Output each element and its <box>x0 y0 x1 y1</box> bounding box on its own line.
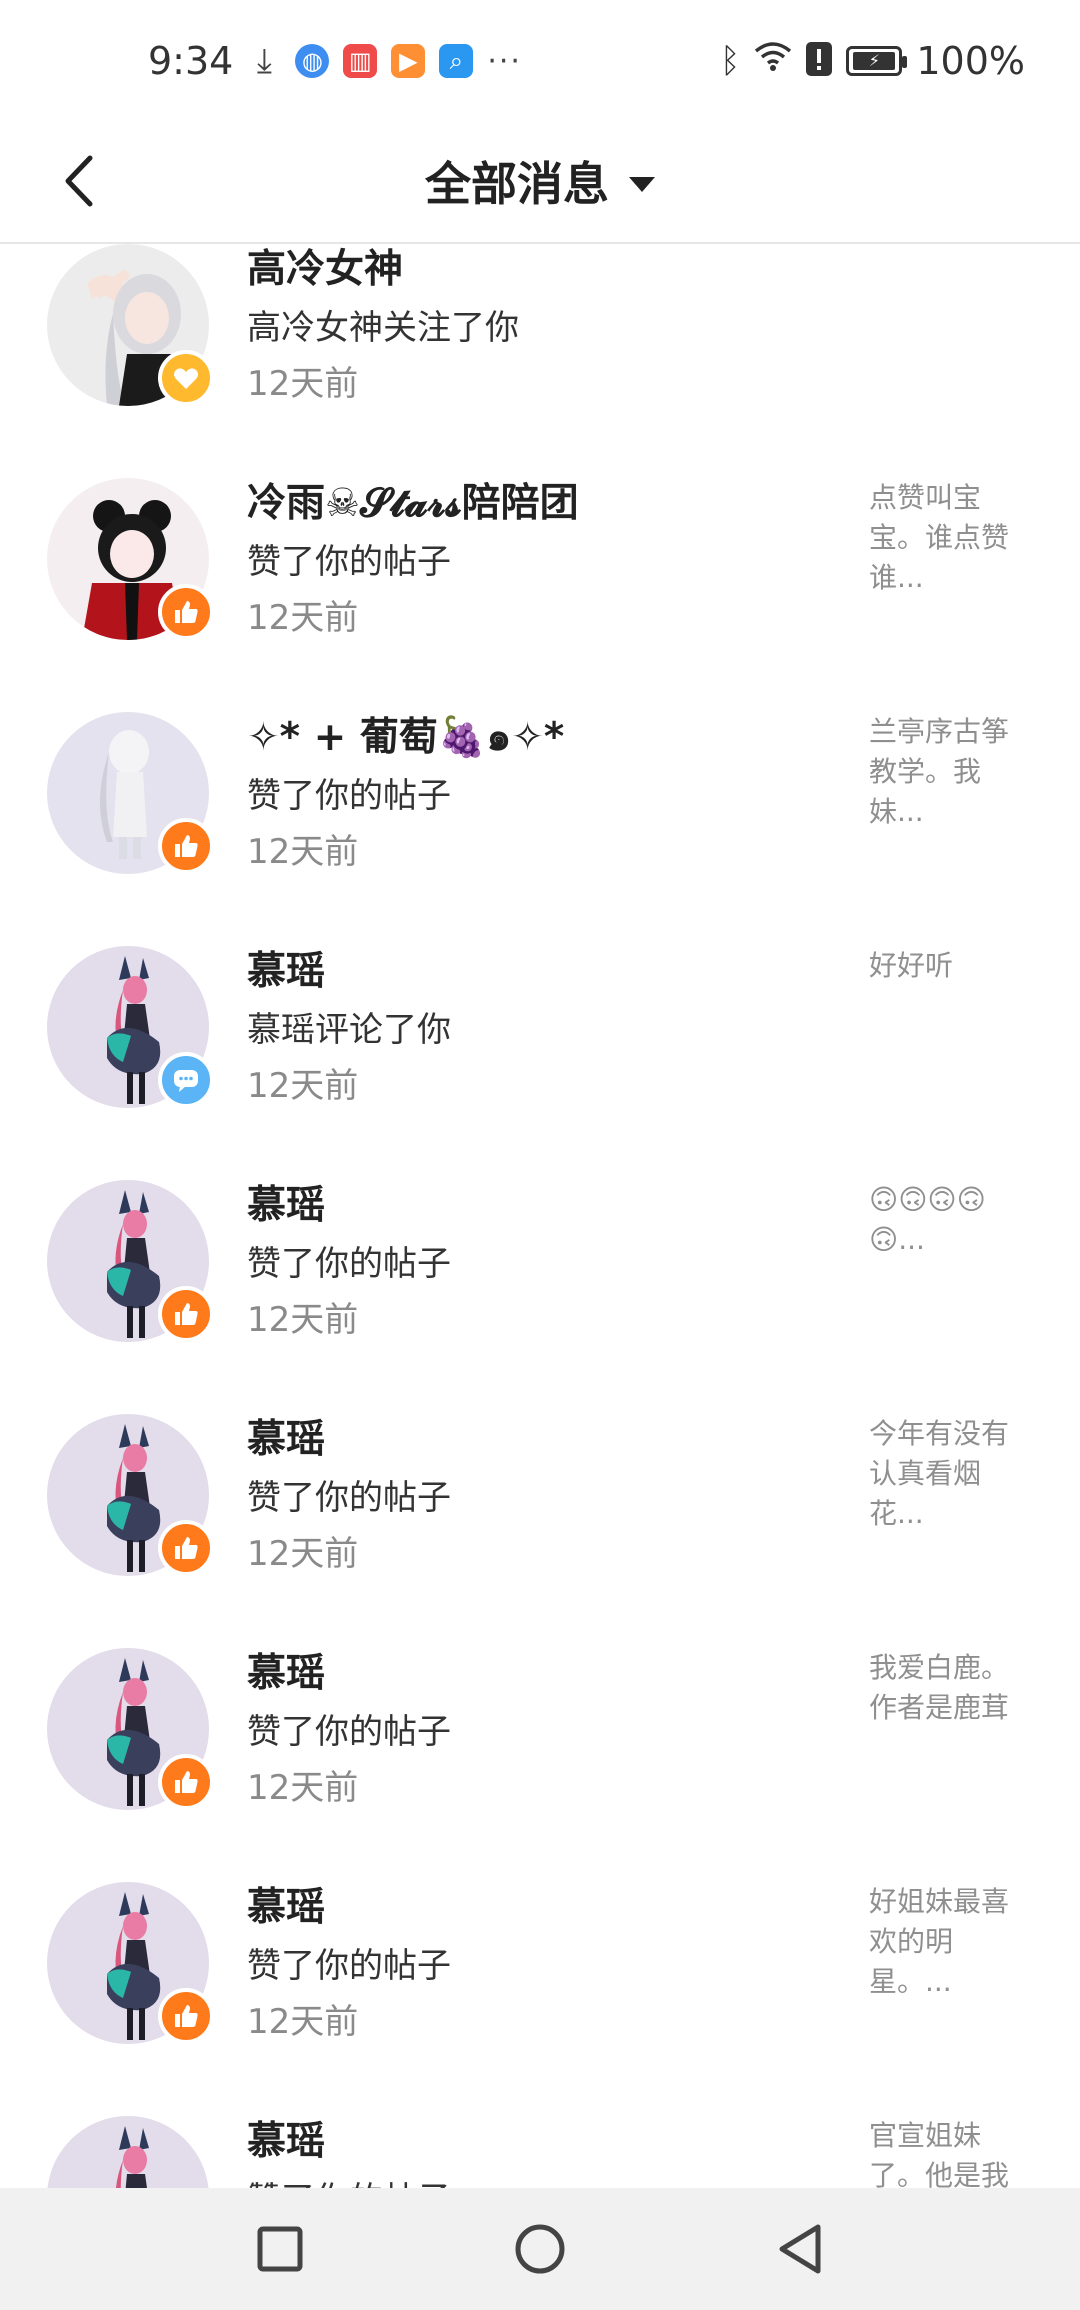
notification-time: 12天前 <box>247 1300 359 1340</box>
notification-time: 12天前 <box>247 364 359 404</box>
notification-item[interactable]: 慕瑶赞了你的帖子 12天前 我爱白鹿。作者是鹿茸 <box>0 1612 1080 1846</box>
user-name[interactable]: 慕瑶 <box>247 1642 325 1698</box>
user-name[interactable]: 冷雨☠𝓢𝓽𝓪𝓻𝓼陪陪团 <box>247 472 579 528</box>
thumbs-up-icon <box>175 1303 198 1325</box>
search-app-icon: ⌕ <box>439 44 474 78</box>
like-badge <box>158 1754 214 1810</box>
user-name[interactable]: 慕瑶 <box>247 2110 325 2166</box>
comment-bubble-icon <box>174 1070 198 1092</box>
more-notifications-icon: ··· <box>487 43 522 79</box>
notification-action: 赞了你的帖子 <box>247 1244 451 1284</box>
user-name[interactable]: 慕瑶 <box>247 1876 325 1932</box>
notification-time: 12天前 <box>247 1768 359 1808</box>
notification-time: 12天前 <box>247 832 359 872</box>
page-title: 全部消息 <box>425 157 609 211</box>
post-preview[interactable]: 我爱白鹿。作者是鹿茸 <box>869 1648 1029 1728</box>
notification-item[interactable]: 慕瑶赞了你的帖子 12天前 🙃🙃🙃🙃🙃... <box>0 1144 1080 1378</box>
download-icon: ⤓ <box>256 41 272 81</box>
notification-action: 慕瑶评论了你 <box>247 1010 451 1050</box>
status-time: 9:34 <box>148 39 234 83</box>
notifications-screen: 9:34 ⤓ ◍ ▥ ▶ ⌕ ··· ᛒ ⚡ 100% 全部消息 高冷女神 高冷… <box>0 0 1080 2310</box>
like-badge <box>158 818 214 874</box>
like-badge <box>158 584 214 640</box>
book-app-icon: ▥ <box>343 44 378 78</box>
wifi-icon <box>754 41 792 82</box>
notification-item[interactable]: ✧* + 葡萄🍇๑✧* 赞了你的帖子 12天前 兰亭序古筝教学。我妹... <box>0 676 1080 910</box>
post-preview[interactable]: 官宣姐妹了。他是我 <box>869 2116 1029 2188</box>
user-name[interactable]: ✧* + 葡萄🍇๑✧* <box>247 706 564 768</box>
notification-action: 赞了你的帖子 <box>247 2172 451 2188</box>
circle-home-icon <box>515 2224 565 2274</box>
post-preview[interactable]: 兰亭序古筝教学。我妹... <box>869 712 1029 832</box>
back-nav-button[interactable] <box>760 2209 840 2289</box>
notification-action: 赞了你的帖子 <box>247 542 451 582</box>
browser-app-icon: ◍ <box>295 44 330 78</box>
video-app-icon: ▶ <box>391 44 426 78</box>
alert-icon <box>806 42 833 80</box>
caret-down-icon <box>629 176 655 192</box>
notification-action: 赞了你的帖子 <box>247 1478 451 1518</box>
status-bar: 9:34 ⤓ ◍ ▥ ▶ ⌕ ··· ᛒ ⚡ 100% <box>0 0 1080 122</box>
user-name[interactable]: 慕瑶 <box>247 1174 325 1230</box>
like-badge <box>158 1988 214 2044</box>
notification-item[interactable]: 高冷女神高冷女神关注了你 12天前 <box>0 244 1080 442</box>
notification-list[interactable]: 高冷女神 高冷女神关注了你 12天前 冷雨☠𝓢𝓽𝓪𝓻𝓼陪陪团 赞了你的帖子 12天前 点赞叫… <box>0 244 1080 2188</box>
post-preview[interactable]: 好好听 <box>869 946 1029 986</box>
battery-percentage: 100% <box>916 39 1025 83</box>
user-name[interactable]: 高冷女神 <box>247 244 403 294</box>
avatar[interactable] <box>47 2116 209 2188</box>
notification-action: 赞了你的帖子 <box>247 1712 451 1752</box>
battery-icon: ⚡ <box>846 46 908 76</box>
notification-item[interactable]: 慕瑶赞了你的帖子 12天前 好姐妹最喜欢的明星。... <box>0 1846 1080 2080</box>
home-button[interactable] <box>500 2209 580 2289</box>
post-preview[interactable]: 今年有没有认真看烟花... <box>869 1414 1029 1534</box>
notification-time: 12天前 <box>247 2002 359 2042</box>
notification-item[interactable]: 慕瑶慕瑶评论了你 12天前 好好听 <box>0 910 1080 1144</box>
notification-action: 高冷女神关注了你 <box>247 308 519 348</box>
notification-item[interactable]: 冷雨☠𝓢𝓽𝓪𝓻𝓼陪陪团赞了你的帖子 12天前 点赞叫宝宝。谁点赞谁... <box>0 442 1080 676</box>
post-preview[interactable]: 好姐妹最喜欢的明星。... <box>869 1882 1029 2002</box>
heart-icon <box>174 368 198 389</box>
thumbs-up-icon <box>175 1537 198 1559</box>
post-preview[interactable]: 🙃🙃🙃🙃🙃... <box>869 1180 1029 1260</box>
triangle-back-icon <box>779 2224 821 2274</box>
square-recents-icon <box>257 2226 303 2272</box>
user-name[interactable]: 慕瑶 <box>247 940 325 996</box>
notification-time: 12天前 <box>247 1534 359 1574</box>
message-filter-dropdown[interactable]: 全部消息 <box>0 146 1080 216</box>
post-preview[interactable]: 点赞叫宝宝。谁点赞谁... <box>869 478 1029 598</box>
thumbs-up-icon <box>175 1771 198 1793</box>
follow-badge <box>158 350 214 406</box>
comment-badge <box>158 1052 214 1108</box>
notification-item[interactable]: 慕瑶赞了你的帖子 12天前 今年有没有认真看烟花... <box>0 1378 1080 1612</box>
thumbs-up-icon <box>175 601 198 623</box>
recents-button[interactable] <box>240 2209 320 2289</box>
thumbs-up-icon <box>175 2005 198 2027</box>
notification-time: 12天前 <box>247 1066 359 1106</box>
like-badge <box>158 1286 214 1342</box>
notification-time: 12天前 <box>247 598 359 638</box>
notification-action: 赞了你的帖子 <box>247 1946 451 1986</box>
like-badge <box>158 1520 214 1576</box>
bluetooth-icon: ᛒ <box>719 41 741 81</box>
thumbs-up-icon <box>175 835 198 857</box>
notification-action: 赞了你的帖子 <box>247 776 451 816</box>
system-navigation-bar <box>0 2188 1080 2310</box>
notification-item[interactable]: 慕瑶赞了你的帖子12天前官宣姐妹了。他是我 <box>0 2080 1080 2188</box>
user-name[interactable]: 慕瑶 <box>247 1408 325 1464</box>
top-app-bar: 全部消息 <box>0 122 1080 244</box>
